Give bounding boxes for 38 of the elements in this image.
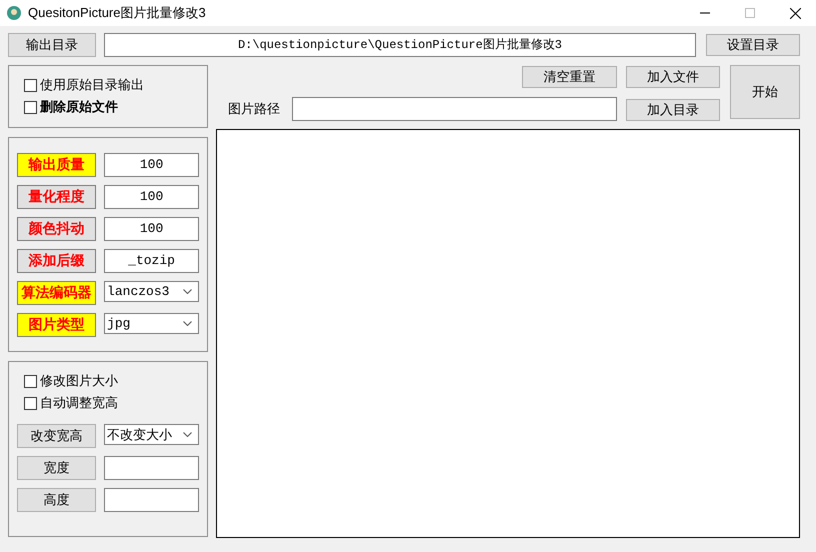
start-button[interactable]: 开始 xyxy=(730,65,800,119)
parameter-button[interactable]: 算法编码器 xyxy=(17,281,96,305)
input-field[interactable] xyxy=(104,488,199,512)
image-path-field[interactable] xyxy=(292,97,617,121)
chevron-down-icon xyxy=(183,289,192,294)
app-icon xyxy=(6,5,22,21)
checkbox-label: 自动调整宽高 xyxy=(40,395,118,412)
input-field[interactable]: 100 xyxy=(104,217,199,241)
output-dir-button[interactable]: 输出目录 xyxy=(8,33,96,57)
set-dir-button[interactable]: 设置目录 xyxy=(706,34,800,56)
checkbox-label: 删除原始文件 xyxy=(40,98,118,116)
add-file-button[interactable]: 加入文件 xyxy=(626,66,720,88)
checkbox[interactable] xyxy=(24,100,37,114)
parameter-button[interactable]: 输出质量 xyxy=(17,153,96,177)
checkbox-label: 使用原始目录输出 xyxy=(40,77,144,94)
chevron-down-icon xyxy=(183,432,192,437)
close-icon[interactable] xyxy=(790,8,801,18)
parameter-button[interactable]: 图片类型 xyxy=(17,313,96,337)
output-path-field[interactable]: D:\questionpicture\QuestionPicture图片批量修改3 xyxy=(104,33,696,57)
window-title: QuesitonPicture图片批量修改3 xyxy=(28,4,206,22)
parameter-button[interactable]: 改变宽高 xyxy=(17,424,96,448)
add-dir-button[interactable]: 加入目录 xyxy=(626,99,720,121)
input-field[interactable]: 100 xyxy=(104,185,199,209)
path-label: 图片路径 xyxy=(228,101,280,118)
clear-button[interactable]: 清空重置 xyxy=(522,66,617,88)
input-field[interactable] xyxy=(104,456,199,480)
checkbox-label: 修改图片大小 xyxy=(40,373,118,390)
checkbox[interactable] xyxy=(24,374,37,388)
dropdown[interactable]: lanczos3 xyxy=(104,281,199,302)
chevron-down-icon xyxy=(183,321,192,326)
checkbox[interactable] xyxy=(24,78,37,92)
checkbox[interactable] xyxy=(24,396,37,410)
input-field[interactable]: _tozip xyxy=(104,249,199,273)
dropdown[interactable]: jpg xyxy=(104,313,199,334)
parameter-button[interactable]: 宽度 xyxy=(17,456,96,480)
dropdown[interactable]: 不改变大小 xyxy=(104,424,199,445)
parameter-button[interactable]: 高度 xyxy=(17,488,96,512)
input-field[interactable]: 100 xyxy=(104,153,199,177)
